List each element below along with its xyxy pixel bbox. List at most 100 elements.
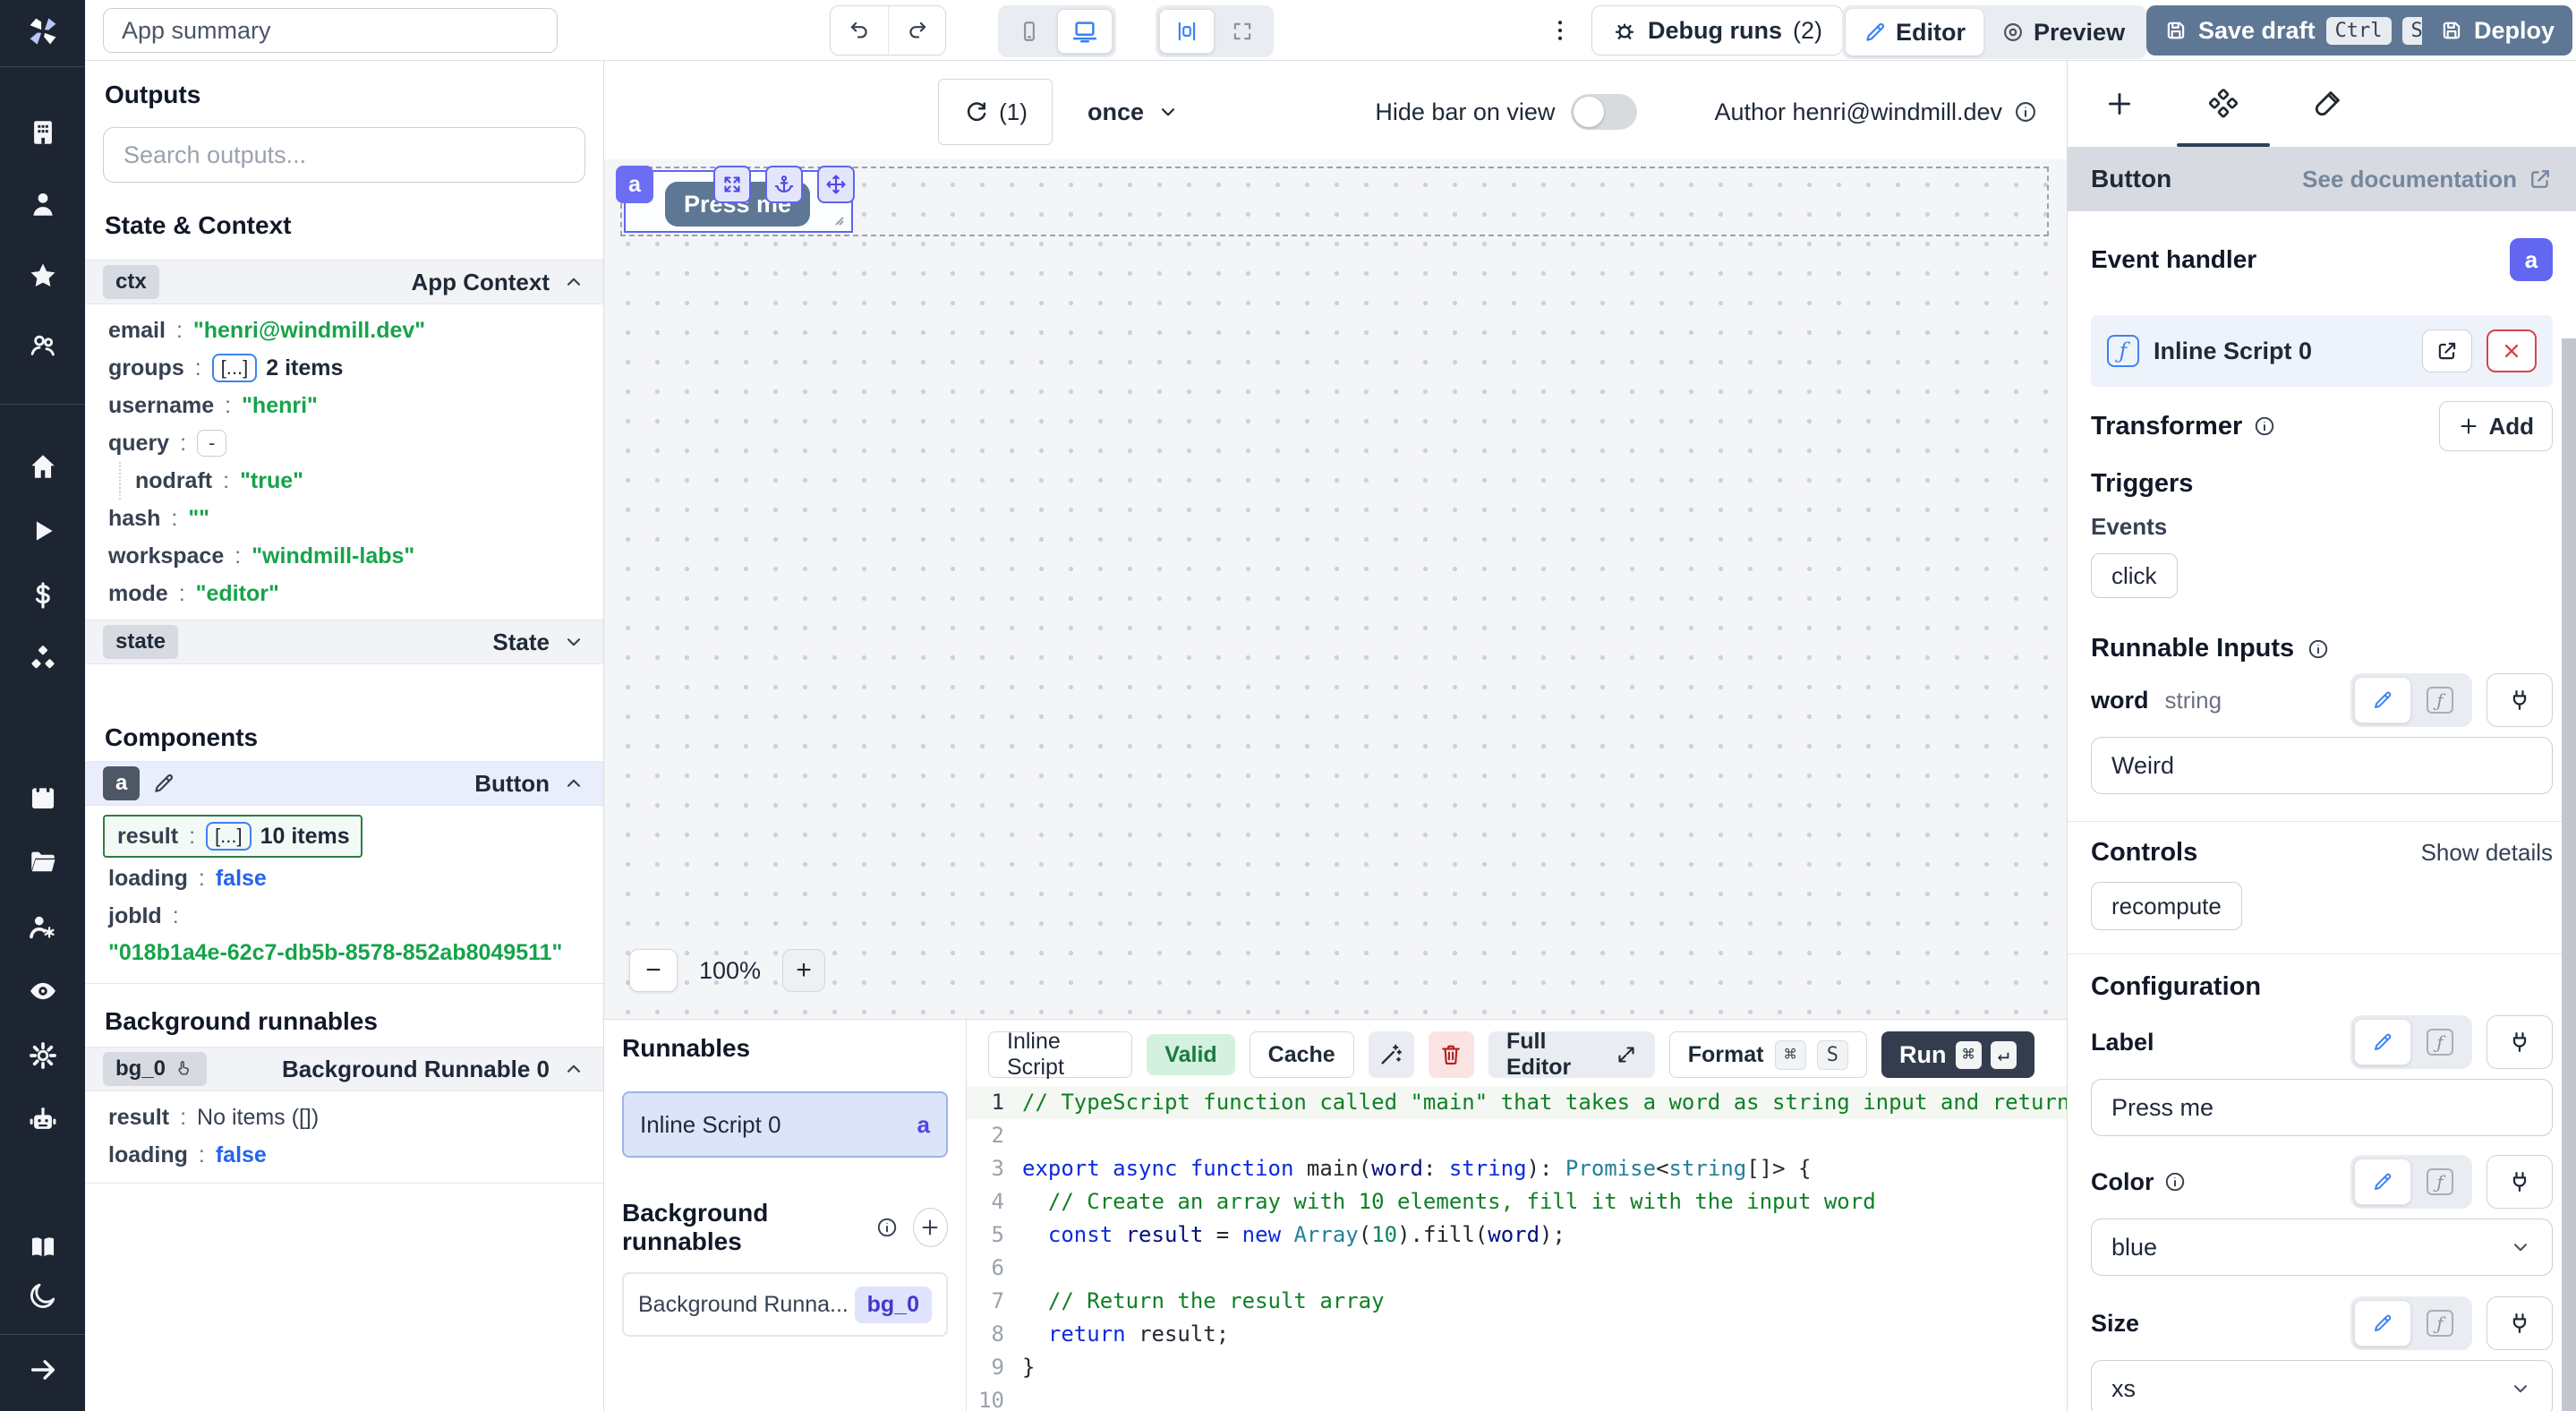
rename-pencil-icon[interactable] xyxy=(152,772,175,795)
format-button[interactable]: Format ⌘ S xyxy=(1669,1031,1867,1078)
eval-mode-button[interactable]: ƒ xyxy=(2411,687,2469,714)
preview-tab[interactable]: Preview xyxy=(1983,9,2143,56)
zoom-in-button[interactable]: + xyxy=(782,949,825,992)
bg0-section-header[interactable]: bg_0 Background Runnable 0 xyxy=(85,1047,603,1091)
see-documentation-link[interactable]: See documentation xyxy=(2302,166,2553,193)
inline-script-row[interactable]: ƒ Inline Script 0 xyxy=(2091,315,2553,387)
sidebar-item-gear[interactable] xyxy=(28,1040,58,1071)
sidebar-item-users-gear[interactable] xyxy=(28,911,58,942)
tab-insert-component[interactable] xyxy=(2068,61,2171,147)
size-connect-button[interactable] xyxy=(2486,1296,2553,1350)
sidebar-item-building[interactable] xyxy=(28,117,58,148)
undo-button[interactable] xyxy=(831,6,888,55)
debug-runs-button[interactable]: Debug runs (2) xyxy=(1591,5,1843,56)
refresh-button[interactable]: (1) xyxy=(938,79,1053,145)
sidebar-item-arrow-right[interactable] xyxy=(28,1355,58,1385)
add-transformer-button[interactable]: Add xyxy=(2439,401,2553,451)
expand-toggle[interactable]: - xyxy=(197,430,226,457)
sidebar-item-calendar[interactable] xyxy=(28,782,58,813)
info-icon[interactable] xyxy=(2163,1170,2187,1193)
plus-icon xyxy=(919,1217,941,1238)
schedule-dropdown[interactable]: once xyxy=(1088,79,1180,145)
more-menu-button[interactable] xyxy=(1542,5,1578,56)
color-select[interactable]: blue xyxy=(2091,1219,2553,1276)
sidebar-item-user-group[interactable] xyxy=(28,330,58,361)
hide-bar-toggle[interactable] xyxy=(1571,94,1637,130)
sidebar-item-cubes[interactable] xyxy=(28,645,58,675)
selected-component[interactable]: a Press me xyxy=(624,170,853,233)
desktop-view-button[interactable] xyxy=(1057,9,1113,54)
eval-mode-button[interactable]: ƒ xyxy=(2411,1168,2469,1195)
component-a-section-header[interactable]: a Button xyxy=(85,761,603,806)
sidebar-item-folder[interactable] xyxy=(28,847,58,877)
info-icon[interactable] xyxy=(2013,99,2038,124)
search-outputs-input[interactable] xyxy=(103,127,585,183)
cache-button[interactable]: Cache xyxy=(1250,1031,1354,1078)
sidebar-item-play[interactable] xyxy=(28,516,58,546)
static-mode-button[interactable] xyxy=(2354,1019,2411,1065)
canvas-grid[interactable]: a Press me − 100% + xyxy=(604,159,2067,1019)
remove-script-button[interactable] xyxy=(2486,329,2537,372)
expand-handle[interactable] xyxy=(713,166,751,203)
recompute-pill[interactable]: recompute xyxy=(2091,882,2242,930)
tab-styling[interactable] xyxy=(2275,61,2379,147)
save-draft-button[interactable]: Save draft Ctrl S xyxy=(2146,5,2450,56)
scrollbar-thumb[interactable] xyxy=(2562,338,2576,1411)
label-connect-button[interactable] xyxy=(2486,1015,2553,1069)
bg-runnable-item[interactable]: Background Runna... bg_0 xyxy=(622,1272,948,1337)
expand-toggle[interactable]: [...] xyxy=(212,354,258,382)
full-width-layout-button[interactable] xyxy=(1215,9,1270,54)
runnable-inline-script-0[interactable]: Inline Script 0 a xyxy=(622,1091,948,1158)
ai-assist-button[interactable] xyxy=(1369,1031,1414,1078)
expand-toggle[interactable]: [...] xyxy=(206,822,252,851)
click-event-pill[interactable]: click xyxy=(2091,553,2178,598)
tab-component-settings[interactable] xyxy=(2171,61,2275,147)
windmill-logo[interactable] xyxy=(22,11,64,52)
chevron-down-icon[interactable] xyxy=(562,630,585,654)
ctx-section-header[interactable]: ctx App Context xyxy=(85,260,603,304)
inline-script-kind-button[interactable]: Inline Script xyxy=(988,1031,1132,1078)
show-details-link[interactable]: Show details xyxy=(2421,839,2553,867)
mobile-view-button[interactable] xyxy=(1002,9,1057,54)
sidebar-item-robot[interactable] xyxy=(28,1105,58,1135)
sidebar-item-book[interactable] xyxy=(28,1232,58,1262)
add-bg-runnable-button[interactable] xyxy=(913,1208,948,1247)
move-handle[interactable] xyxy=(817,166,855,203)
static-mode-button[interactable] xyxy=(2354,677,2411,723)
open-script-button[interactable] xyxy=(2422,329,2472,372)
anchor-handle[interactable] xyxy=(765,166,803,203)
info-icon[interactable] xyxy=(2253,415,2276,438)
center-layout-button[interactable] xyxy=(1159,9,1215,54)
run-button[interactable]: Run ⌘ ↵ xyxy=(1881,1031,2034,1078)
app-summary-input[interactable] xyxy=(103,8,558,53)
info-icon[interactable] xyxy=(2307,637,2330,661)
word-connect-button[interactable] xyxy=(2486,673,2553,727)
zoom-out-button[interactable]: − xyxy=(629,949,678,992)
deploy-button[interactable]: Deploy xyxy=(2422,5,2572,56)
redo-button[interactable] xyxy=(888,6,945,55)
chevron-up-icon[interactable] xyxy=(562,1057,585,1081)
label-value-input[interactable] xyxy=(2091,1079,2553,1136)
size-select[interactable]: xs xyxy=(2091,1360,2553,1411)
sidebar-item-star[interactable] xyxy=(28,261,58,291)
color-connect-button[interactable] xyxy=(2486,1155,2553,1209)
full-editor-button[interactable]: Full Editor xyxy=(1488,1031,1655,1078)
chevron-up-icon[interactable] xyxy=(562,270,585,294)
word-value-input[interactable] xyxy=(2091,737,2553,794)
sidebar-item-dollar[interactable] xyxy=(28,580,58,611)
editor-tab[interactable]: Editor xyxy=(1846,9,1983,56)
eval-mode-button[interactable]: ƒ xyxy=(2411,1029,2469,1056)
chevron-up-icon[interactable] xyxy=(562,772,585,795)
eval-mode-button[interactable]: ƒ xyxy=(2411,1310,2469,1337)
resize-corner-handle[interactable] xyxy=(824,206,846,227)
static-mode-button[interactable] xyxy=(2354,1300,2411,1347)
sidebar-item-moon[interactable] xyxy=(28,1280,58,1311)
delete-script-button[interactable] xyxy=(1429,1031,1474,1078)
code-editor[interactable]: 1// TypeScript function called "main" th… xyxy=(967,1081,2067,1411)
sidebar-item-home[interactable] xyxy=(28,451,58,482)
info-icon[interactable] xyxy=(875,1216,899,1239)
static-mode-button[interactable] xyxy=(2354,1159,2411,1205)
state-section-header[interactable]: state State xyxy=(85,620,603,664)
sidebar-item-person[interactable] xyxy=(28,189,58,219)
sidebar-item-eye[interactable] xyxy=(28,976,58,1006)
